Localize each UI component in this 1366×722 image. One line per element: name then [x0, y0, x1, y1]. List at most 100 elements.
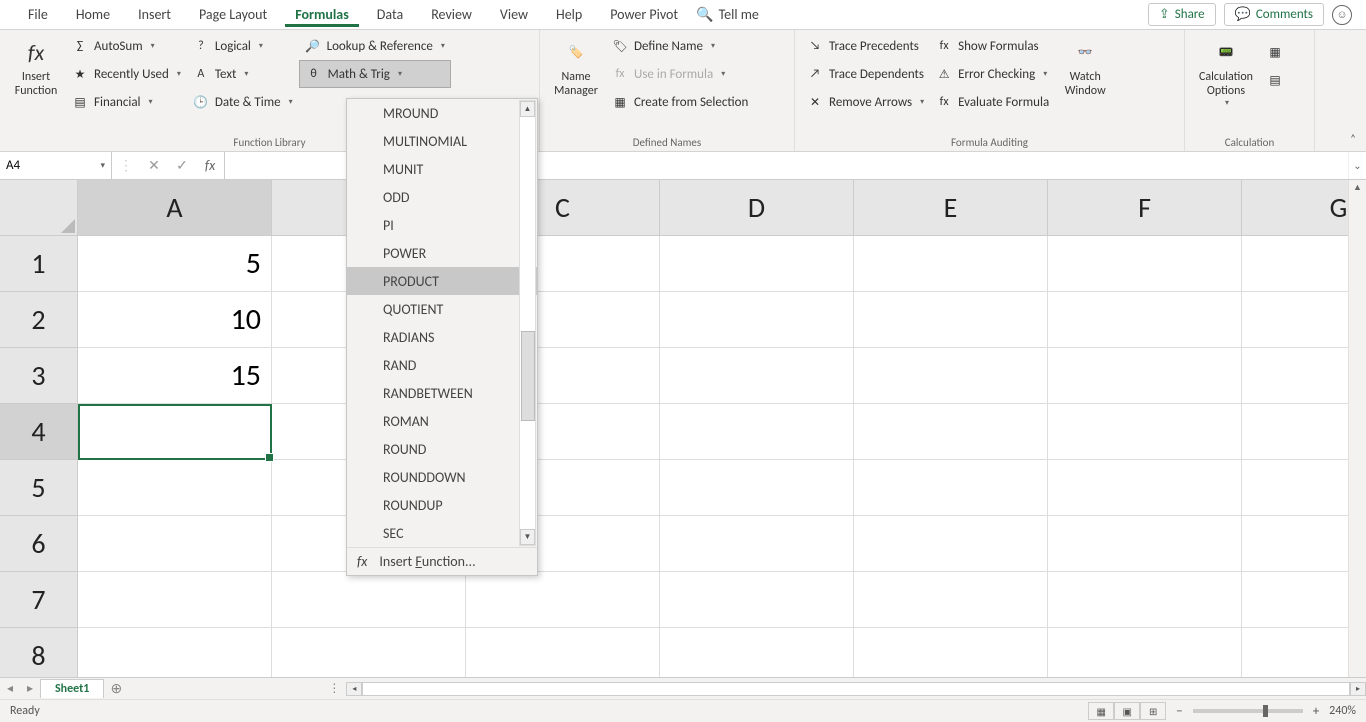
horizontal-scrollbar[interactable] — [362, 682, 1350, 696]
row-header-1[interactable]: 1 — [0, 236, 78, 292]
cell-E4[interactable] — [854, 404, 1048, 460]
column-header-F[interactable]: F — [1048, 180, 1242, 236]
watch-window-button[interactable]: 👓 Watch Window — [1055, 32, 1115, 134]
vertical-scrollbar[interactable]: ▲ — [1348, 180, 1366, 677]
scroll-up-button[interactable]: ▲ — [1349, 180, 1366, 195]
hscroll-left-button[interactable]: ◂ — [346, 682, 362, 696]
select-all-corner[interactable] — [0, 180, 78, 236]
cell-A6[interactable] — [78, 516, 272, 572]
name-box[interactable]: A4 — [0, 152, 112, 179]
cell-F1[interactable] — [1048, 236, 1242, 292]
remove-arrows-button[interactable]: ✕Remove Arrows▾ — [801, 88, 930, 116]
insert-function-menu-item[interactable]: fx Insert Function... — [347, 547, 537, 575]
menu-item-quotient[interactable]: QUOTIENT — [347, 295, 537, 323]
menu-item-product[interactable]: PRODUCT — [347, 267, 537, 295]
cell-B7[interactable] — [272, 572, 466, 628]
cell-F4[interactable] — [1048, 404, 1242, 460]
tab-insert[interactable]: Insert — [128, 2, 181, 27]
recently-used-button[interactable]: ★Recently Used▾ — [66, 60, 187, 88]
row-header-8[interactable]: 8 — [0, 628, 78, 677]
cell-E3[interactable] — [854, 348, 1048, 404]
cell-D3[interactable] — [660, 348, 854, 404]
define-name-button[interactable]: 🏷Define Name▾ — [606, 32, 754, 60]
cell-F8[interactable] — [1048, 628, 1242, 677]
name-manager-button[interactable]: 🏷️ Name Manager — [546, 32, 606, 134]
tab-file[interactable]: File — [18, 2, 58, 27]
autosum-button[interactable]: ∑AutoSum▾ — [66, 32, 187, 60]
cell-D1[interactable] — [660, 236, 854, 292]
tab-formulas[interactable]: Formulas — [285, 2, 359, 27]
cell-F6[interactable] — [1048, 516, 1242, 572]
menu-item-roundup[interactable]: ROUNDUP — [347, 491, 537, 519]
menu-item-munit[interactable]: MUNIT — [347, 155, 537, 183]
hscroll-right-button[interactable]: ▸ — [1350, 682, 1366, 696]
cell-A2[interactable]: 10 — [78, 292, 272, 348]
evaluate-formula-button[interactable]: fxEvaluate Formula — [930, 88, 1055, 116]
hscroll-split-icon[interactable]: ⋮ — [328, 681, 340, 696]
tab-data[interactable]: Data — [367, 2, 413, 27]
cell-D2[interactable] — [660, 292, 854, 348]
menu-item-sec[interactable]: SEC — [347, 519, 537, 547]
comments-button[interactable]: 💬 Comments — [1224, 3, 1324, 26]
collapse-ribbon-button[interactable]: ˄ — [1350, 132, 1356, 145]
share-button[interactable]: ⇪ Share — [1148, 3, 1216, 26]
feedback-icon[interactable]: ☺ — [1332, 5, 1352, 25]
column-header-D[interactable]: D — [660, 180, 854, 236]
cell-A7[interactable] — [78, 572, 272, 628]
calc-now-button[interactable]: ▦ — [1261, 38, 1289, 66]
cell-F3[interactable] — [1048, 348, 1242, 404]
dd-scroll-up-button[interactable]: ▲ — [520, 101, 535, 117]
error-checking-button[interactable]: ⚠Error Checking▾ — [930, 60, 1055, 88]
tab-power-pivot[interactable]: Power Pivot — [600, 2, 688, 27]
tab-help[interactable]: Help — [546, 2, 592, 27]
calculation-options-button[interactable]: 📟 Calculation Options▾ — [1191, 32, 1261, 134]
zoom-level[interactable]: 240% — [1329, 704, 1356, 718]
tab-review[interactable]: Review — [421, 2, 482, 27]
cell-E5[interactable] — [854, 460, 1048, 516]
row-header-3[interactable]: 3 — [0, 348, 78, 404]
fx-button[interactable]: fx — [196, 157, 224, 174]
menu-item-rounddown[interactable]: ROUNDDOWN — [347, 463, 537, 491]
insert-function-button[interactable]: fx Insert Function — [6, 32, 66, 134]
cell-A3[interactable]: 15 — [78, 348, 272, 404]
cell-F7[interactable] — [1048, 572, 1242, 628]
page-layout-view-button[interactable]: ▣ — [1114, 702, 1140, 720]
menu-item-odd[interactable]: ODD — [347, 183, 537, 211]
row-header-2[interactable]: 2 — [0, 292, 78, 348]
row-header-4[interactable]: 4 — [0, 404, 78, 460]
show-formulas-button[interactable]: fxShow Formulas — [930, 32, 1055, 60]
cell-A1[interactable]: 5 — [78, 236, 272, 292]
accept-formula-button[interactable]: ✓ — [168, 157, 196, 174]
sheet-tab-sheet1[interactable]: Sheet1 — [40, 679, 104, 698]
math-trig-button[interactable]: θMath & Trig▾ — [299, 60, 451, 88]
cell-E1[interactable] — [854, 236, 1048, 292]
cell-F5[interactable] — [1048, 460, 1242, 516]
cell-D6[interactable] — [660, 516, 854, 572]
menu-item-round[interactable]: ROUND — [347, 435, 537, 463]
zoom-out-button[interactable]: − — [1176, 704, 1182, 719]
cell-D8[interactable] — [660, 628, 854, 677]
menu-item-roman[interactable]: ROMAN — [347, 407, 537, 435]
tab-home[interactable]: Home — [66, 2, 120, 27]
cell-E8[interactable] — [854, 628, 1048, 677]
trace-precedents-button[interactable]: ↘Trace Precedents — [801, 32, 930, 60]
lookup-button[interactable]: 🔎Lookup & Reference▾ — [299, 32, 451, 60]
zoom-in-button[interactable]: + — [1313, 704, 1319, 719]
column-header-E[interactable]: E — [854, 180, 1048, 236]
row-header-5[interactable]: 5 — [0, 460, 78, 516]
row-header-7[interactable]: 7 — [0, 572, 78, 628]
menu-item-rand[interactable]: RAND — [347, 351, 537, 379]
cell-F2[interactable] — [1048, 292, 1242, 348]
zoom-thumb[interactable] — [1263, 705, 1268, 717]
cell-D7[interactable] — [660, 572, 854, 628]
cell-A8[interactable] — [78, 628, 272, 677]
expand-formula-bar-button[interactable]: ⌄ — [1348, 152, 1366, 179]
cancel-formula-button[interactable]: ✕ — [140, 157, 168, 174]
create-from-selection-button[interactable]: ▦Create from Selection — [606, 88, 754, 116]
menu-item-mround[interactable]: MROUND — [347, 99, 537, 127]
sheet-nav-prev[interactable]: ◂ — [0, 681, 20, 696]
menu-item-randbetween[interactable]: RANDBETWEEN — [347, 379, 537, 407]
add-sheet-button[interactable]: ⊕ — [104, 680, 128, 697]
page-break-view-button[interactable]: ⊞ — [1140, 702, 1166, 720]
cell-D4[interactable] — [660, 404, 854, 460]
